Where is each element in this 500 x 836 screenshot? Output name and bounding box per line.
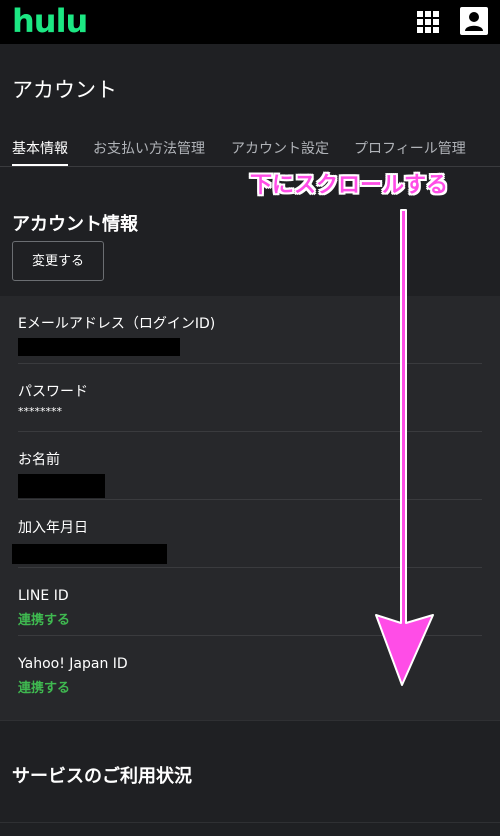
profile-button[interactable] xyxy=(460,7,488,35)
grid-icon xyxy=(417,11,439,33)
service-usage-title: サービスのご利用状況 xyxy=(12,766,192,787)
tab-basic-info[interactable]: 基本情報 xyxy=(12,140,68,166)
account-tabs: 基本情報 お支払い方法管理 アカウント設定 プロフィール管理 xyxy=(0,140,500,167)
name-label: お名前 xyxy=(18,452,60,468)
section-divider xyxy=(0,822,500,823)
user-icon xyxy=(465,12,483,31)
change-button[interactable]: 変更する xyxy=(12,241,104,281)
email-value-redacted xyxy=(18,338,180,356)
yahoo-link-button[interactable]: 連携する xyxy=(18,680,70,698)
email-label: Eメールアドレス（ログインID) xyxy=(18,316,216,332)
page-title: アカウント xyxy=(12,78,117,102)
tab-account-settings[interactable]: アカウント設定 xyxy=(231,140,329,158)
tab-profile-management[interactable]: プロフィール管理 xyxy=(354,140,466,158)
scroll-down-arrow-icon xyxy=(375,209,434,686)
join-date-value-redacted xyxy=(12,544,167,564)
line-id-label: LINE ID xyxy=(18,588,69,604)
password-label: パスワード xyxy=(18,384,88,400)
yahoo-id-label: Yahoo! Japan ID xyxy=(18,656,128,672)
line-link-button[interactable]: 連携する xyxy=(18,612,70,630)
grid-menu-button[interactable] xyxy=(416,10,440,34)
account-info-title: アカウント情報 xyxy=(12,214,138,235)
join-date-label: 加入年月日 xyxy=(18,520,88,536)
name-value-redacted xyxy=(18,474,105,498)
top-navigation-bar: hulu xyxy=(0,0,500,44)
hulu-logo[interactable]: hulu xyxy=(12,1,88,41)
scroll-down-annotation: 下にスクロールする xyxy=(250,173,449,198)
tab-payment-method[interactable]: お支払い方法管理 xyxy=(93,140,205,158)
section-divider xyxy=(0,720,500,721)
password-value: ******** xyxy=(18,405,62,418)
